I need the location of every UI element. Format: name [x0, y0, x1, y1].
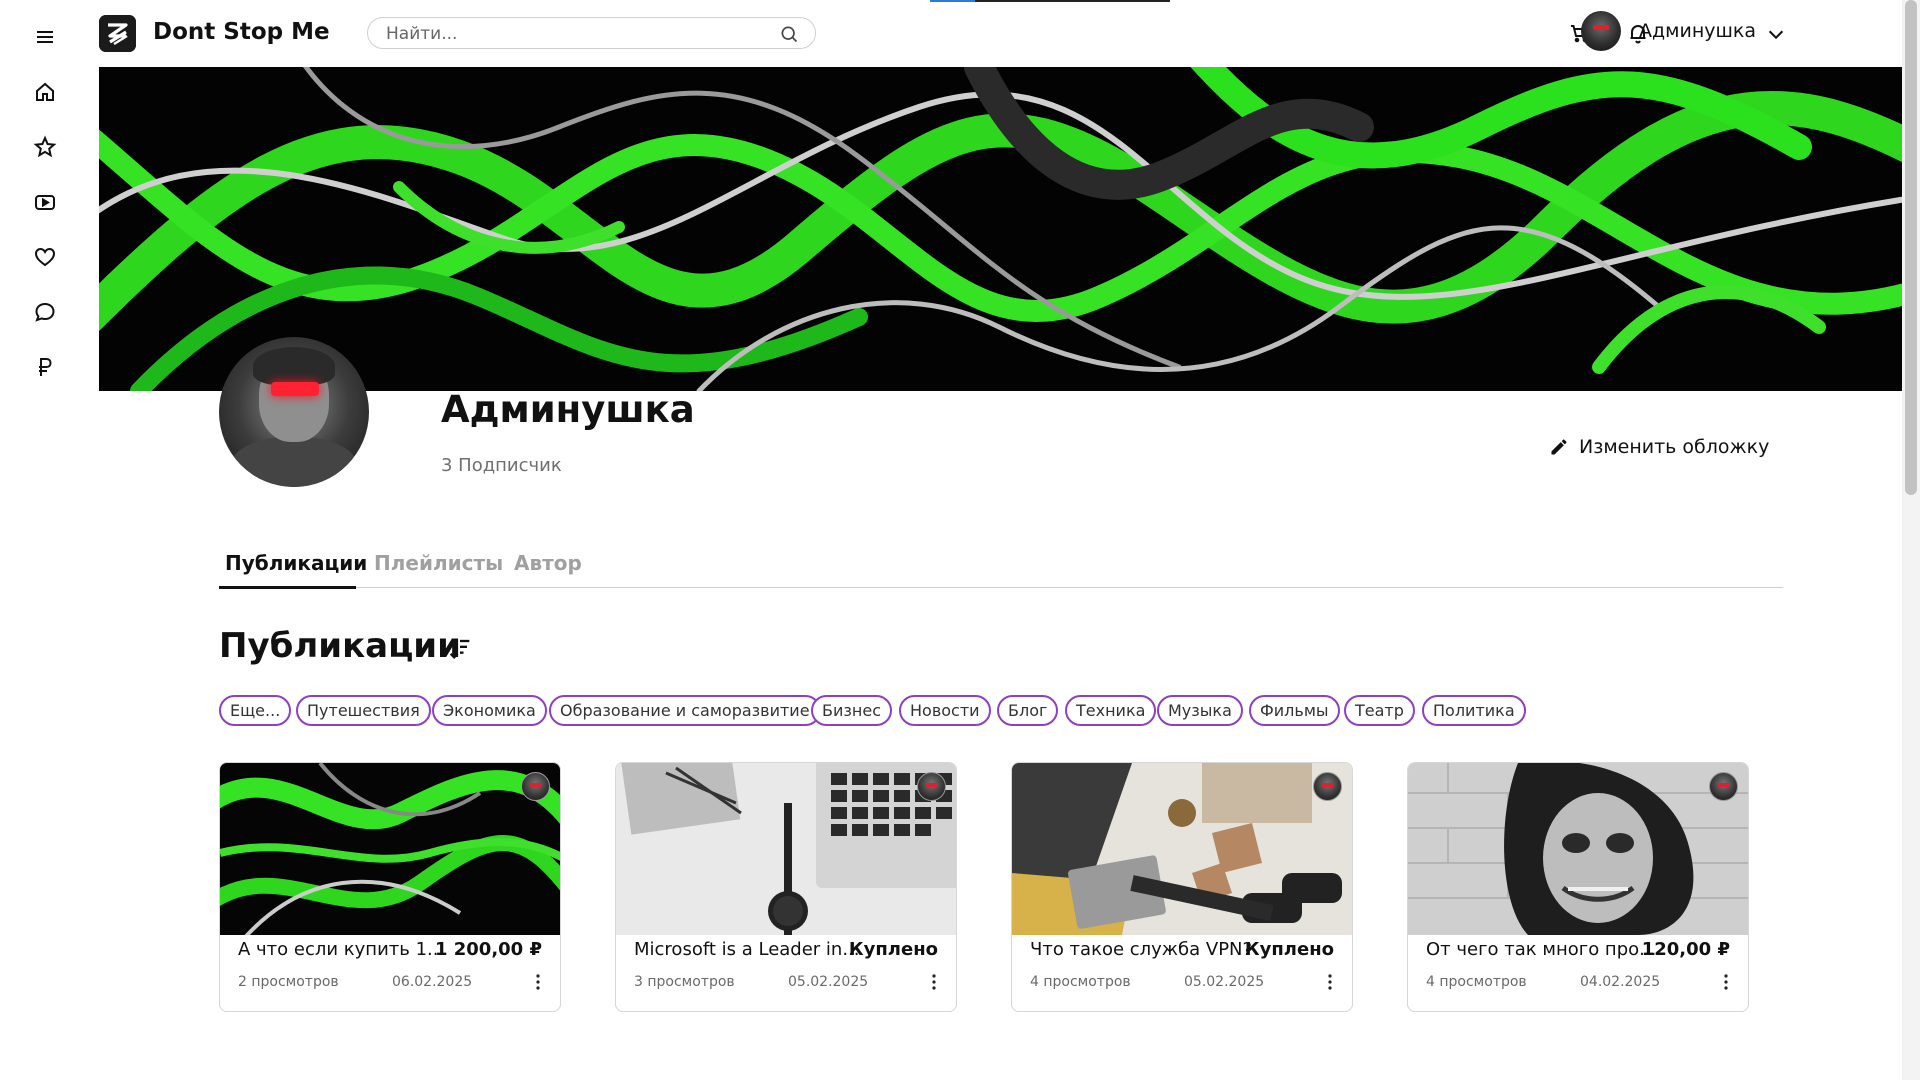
more-options-icon[interactable] [1320, 970, 1340, 994]
card-title[interactable]: А что если купить 1... [238, 939, 444, 960]
card-thumbnail[interactable] [1408, 763, 1748, 935]
card-views: 2 просмотров [238, 974, 339, 990]
author-avatar[interactable] [1313, 772, 1342, 801]
chip-more[interactable]: Еще... [219, 695, 292, 726]
more-options-icon[interactable] [924, 970, 944, 994]
card-thumbnail[interactable] [220, 763, 560, 935]
edit-cover-label: Изменить обложку [1579, 436, 1770, 458]
username-label[interactable]: Админушка [1639, 20, 1756, 42]
profile-avatar[interactable] [219, 337, 369, 487]
profile-tabs: Публикации Плейлисты Автор [219, 548, 1783, 589]
card-title[interactable]: Microsoft is a Leader in... [634, 939, 860, 960]
chip-category[interactable]: Путешествия [296, 695, 431, 726]
chevron-down-icon[interactable] [1765, 23, 1787, 45]
card-thumbnail[interactable] [1012, 763, 1352, 935]
home-icon[interactable] [30, 77, 60, 107]
author-avatar[interactable] [1709, 772, 1738, 801]
card-title[interactable]: Что такое служба VPN? [1030, 939, 1252, 960]
profile-name: Админушка [441, 388, 695, 431]
author-avatar[interactable] [521, 772, 550, 801]
scrollbar-thumb[interactable] [1905, 0, 1917, 495]
tab-playlists[interactable]: Плейлисты [374, 551, 503, 575]
search-box [367, 17, 816, 49]
chip-category[interactable]: Политика [1422, 695, 1526, 726]
brand-name[interactable]: Dont Stop Me [153, 19, 330, 45]
user-avatar[interactable] [1581, 11, 1621, 51]
more-options-icon[interactable] [1716, 970, 1736, 994]
chip-category[interactable]: Музыка [1157, 695, 1243, 726]
card-title[interactable]: От чего так много про... [1426, 939, 1656, 960]
card-date: 05.02.2025 [788, 974, 869, 990]
heart-icon[interactable] [30, 242, 60, 272]
sort-icon[interactable] [446, 634, 474, 662]
card-date: 06.02.2025 [392, 974, 473, 990]
tab-author[interactable]: Автор [514, 551, 582, 575]
chip-category[interactable]: Театр [1344, 695, 1415, 726]
edit-cover-button[interactable]: Изменить обложку [1549, 432, 1769, 462]
pencil-icon [1551, 439, 1567, 455]
chat-icon[interactable] [30, 297, 60, 327]
section-title: Публикации [219, 626, 461, 666]
more-options-icon[interactable] [528, 970, 548, 994]
star-icon[interactable] [30, 132, 60, 162]
page-scrollbar[interactable] [1902, 0, 1920, 1080]
menu-icon[interactable] [30, 22, 60, 52]
publication-card[interactable]: А что если купить 1... 1 200,00 ₽ 2 прос… [219, 762, 561, 1012]
card-views: 4 просмотров [1426, 974, 1527, 990]
active-tab-indicator [219, 586, 356, 589]
play-icon[interactable] [30, 187, 60, 217]
card-views: 3 просмотров [634, 974, 735, 990]
card-price: 120,00 ₽ [1641, 939, 1730, 960]
card-date: 05.02.2025 [1184, 974, 1265, 990]
search-icon[interactable] [779, 24, 799, 44]
author-avatar[interactable] [917, 772, 946, 801]
brand-logo[interactable] [99, 15, 136, 52]
card-thumbnail[interactable] [616, 763, 956, 935]
card-price: 1 200,00 ₽ [434, 939, 542, 960]
sidebar [0, 0, 90, 1080]
card-price: Куплено [1244, 939, 1334, 960]
page-loading-bar [930, 0, 1170, 2]
tab-publications[interactable]: Публикации [225, 551, 367, 575]
search-input[interactable] [386, 23, 766, 45]
chip-category[interactable]: Фильмы [1249, 695, 1340, 726]
ruble-icon[interactable] [30, 352, 60, 382]
publication-card[interactable]: Microsoft is a Leader in... Куплено 3 пр… [615, 762, 957, 1012]
chip-category[interactable]: Образование и саморазвитие [549, 695, 821, 726]
chip-category[interactable]: Блог [997, 695, 1059, 726]
page-loading-bar-fill [930, 0, 975, 2]
card-price: Куплено [848, 939, 938, 960]
card-date: 04.02.2025 [1580, 974, 1661, 990]
chip-category[interactable]: Экономика [432, 695, 547, 726]
top-bar: Dont Stop Me [90, 0, 1900, 67]
card-views: 4 просмотров [1030, 974, 1131, 990]
chip-category[interactable]: Техника [1065, 695, 1157, 726]
profile-cover-image [99, 67, 1902, 391]
subscriber-count: 3 Подписчик [441, 455, 562, 476]
publication-card[interactable]: Что такое служба VPN? Куплено 4 просмотр… [1011, 762, 1353, 1012]
chip-category[interactable]: Новости [899, 695, 991, 726]
chip-category[interactable]: Бизнес [811, 695, 892, 726]
publication-card[interactable]: От чего так много про... 120,00 ₽ 4 прос… [1407, 762, 1749, 1012]
